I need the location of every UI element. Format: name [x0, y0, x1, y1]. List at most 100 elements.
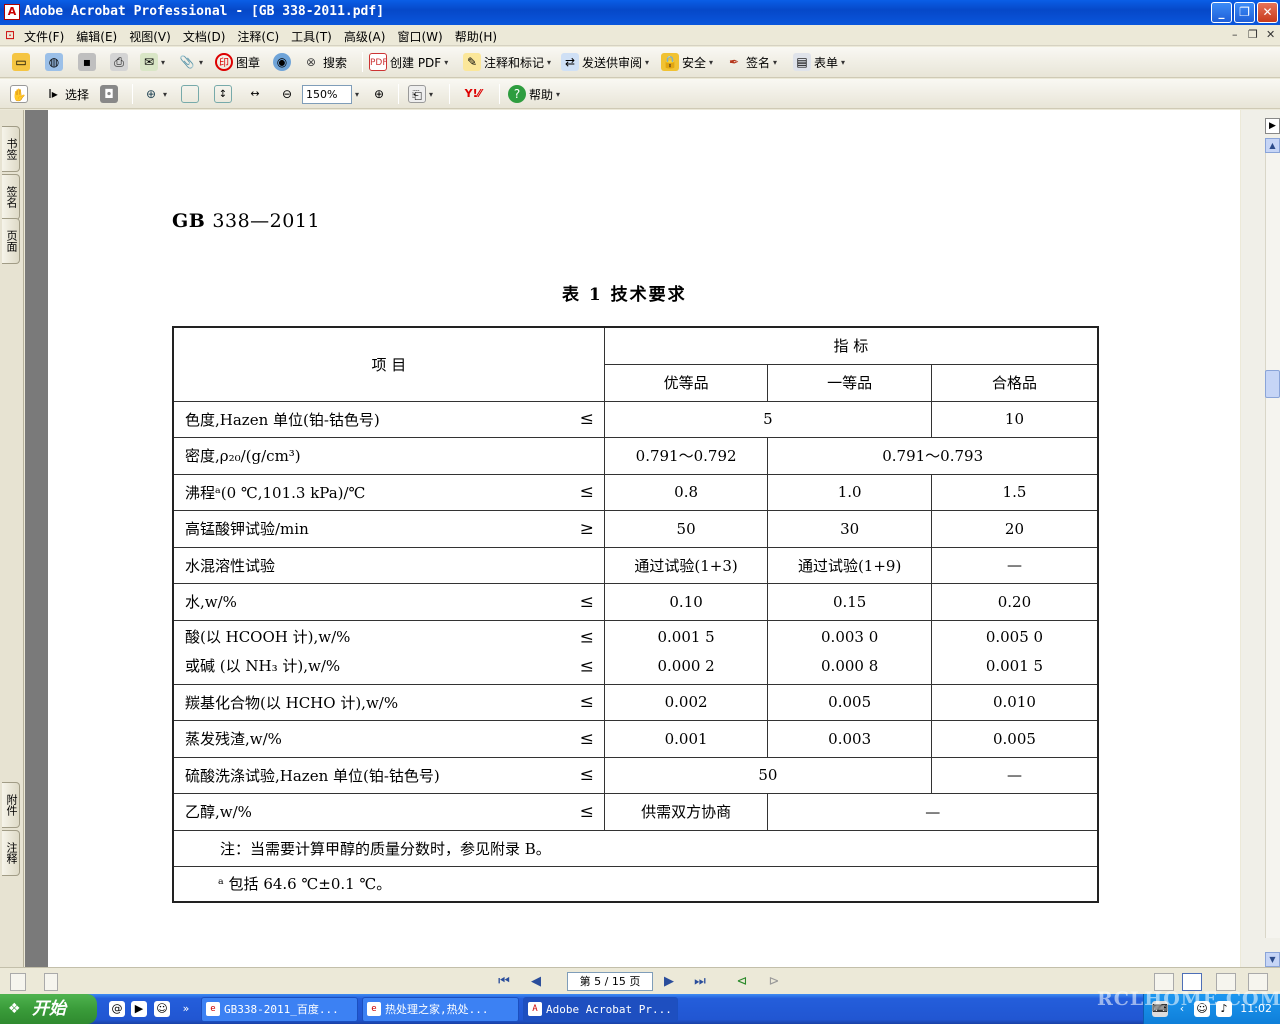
select-cursor-icon: I▸ — [48, 87, 58, 101]
technical-requirements-table: 项 目 指 标 优等品 一等品 合格品 色度,Hazen 单位(铂-钴色号) ≤ … — [172, 326, 1099, 903]
rotate-view-icon[interactable]: ⎗ — [408, 85, 426, 103]
table-row: 蒸发残渣,w/% ≤ 0.001 0.003 0.005 — [172, 720, 1099, 758]
header-grade: 优等品 — [603, 363, 769, 402]
table-row: 酸(以 HCOOH 计),w/% ≤ 或碱 (以 NH₃ 计),w/% ≤ 0.00… — [172, 619, 1099, 685]
menu-edit[interactable]: 编辑(E) — [76, 28, 117, 45]
attach-icon[interactable]: 📎 — [178, 53, 196, 71]
table-row: 色度,Hazen 单位(铂-钴色号) ≤ 5 10 — [172, 400, 1099, 438]
email-icon[interactable]: ✉ — [140, 53, 158, 71]
fit-page-icon[interactable]: ↕ — [214, 85, 232, 103]
header-index: 指 标 — [603, 326, 1099, 365]
select-tool-button[interactable]: I▸ 选择 — [44, 83, 89, 105]
send-review-button[interactable]: ⇄ 发送供审阅 ▾ — [561, 51, 649, 73]
panel-splitter[interactable] — [25, 110, 48, 967]
user-quicklaunch-icon[interactable]: ☺ — [154, 1001, 170, 1017]
comment-icon: ✎ — [463, 53, 481, 71]
task-acrobat[interactable]: A Adobe Acrobat Pr... — [523, 997, 678, 1022]
toolbar-main: ▭ ◍ ▪ ⎙ ✉ ▾ 📎 ▾ 印图章 ◉ ⊗ 搜索 PDF 创建 PDF ▾ ✎ 注释和标… — [0, 47, 1280, 78]
menu-tools[interactable]: 工具(T) — [291, 28, 332, 45]
hand-tool-icon[interactable]: ✋ — [10, 85, 28, 103]
table-row: 密度,ρ₂₀/(g/cm³) 0.791～0.792 0.791～0.793 — [172, 437, 1099, 475]
table-note: 注：当需要计算甲醇的质量分数时，参见附录 B。 — [172, 829, 1099, 867]
status-bar: ⏮ ◀ 第 5 / 15 页 ▶ ⏭ ⊲ ⊳ — [0, 967, 1280, 994]
doc-restore-button[interactable]: ❐ — [1248, 28, 1258, 41]
print-icon[interactable]: ⎙ — [110, 53, 128, 71]
zoom-in-icon[interactable]: ⊕ — [142, 85, 160, 103]
document-icon[interactable]: ⊡ — [5, 28, 19, 42]
search-button[interactable]: ⊗ 搜索 — [302, 51, 347, 73]
page-number-field[interactable]: 第 5 / 15 页 — [567, 972, 653, 991]
go-forward-icon[interactable]: ⊳ — [765, 973, 783, 991]
sign-button[interactable]: ✒ 签名 ▾ — [725, 51, 777, 73]
fit-width-icon[interactable]: ↔ — [246, 85, 264, 103]
taskbar: ❖ 开始 @ ▶ ☺ » e GB338-2011_百度... e 热处理之家,热处… — [0, 994, 1280, 1024]
standard-number: GB 338—2011 — [172, 210, 321, 232]
doc-minimize-button[interactable]: – — [1232, 28, 1238, 41]
email-quicklaunch-icon[interactable]: @ — [109, 1001, 125, 1017]
first-page-icon[interactable]: ⏮ — [495, 973, 513, 991]
pen-icon: ✒ — [728, 55, 740, 69]
close-button[interactable]: ✕ — [1257, 2, 1278, 23]
table-footnote: ᵃ 包括 64.6 ℃±0.1 ℃。 — [172, 865, 1099, 903]
stamp-button[interactable]: 印图章 — [215, 51, 260, 73]
menu-help[interactable]: 帮助(H) — [455, 28, 497, 45]
zoom-input[interactable]: 150% — [302, 84, 352, 104]
more-quicklaunch-icon[interactable]: » — [178, 1001, 194, 1017]
task-browser-baidu[interactable]: e GB338-2011_百度... — [201, 997, 358, 1022]
scroll-track[interactable] — [1265, 138, 1280, 938]
yahoo-toolbar-icon[interactable]: Y!⁄⁄ — [457, 85, 489, 103]
stamp-icon: 印 — [215, 53, 233, 71]
tab-comments[interactable]: 注释 — [2, 830, 20, 876]
zoom-out-icon[interactable]: ⊖ — [278, 85, 296, 103]
create-pdf-button[interactable]: PDF 创建 PDF ▾ — [369, 51, 448, 73]
menu-file[interactable]: 文件(F) — [24, 28, 64, 45]
last-page-icon[interactable]: ⏭ — [691, 973, 709, 991]
previous-page-icon[interactable]: ◀ — [527, 973, 545, 991]
tab-pages[interactable]: 页面 — [2, 218, 20, 264]
table-row: 高锰酸钾试验/min ≥ 50 30 20 — [172, 510, 1099, 548]
save-icon[interactable]: ▪ — [78, 53, 96, 71]
minimize-button[interactable]: _ — [1211, 2, 1232, 23]
scroll-up-icon[interactable]: ▲ — [1265, 138, 1280, 153]
doc-close-button[interactable]: ✕ — [1266, 28, 1275, 41]
zoom-in-small-icon[interactable]: ⊕ — [370, 85, 388, 103]
open-icon[interactable]: ▭ — [12, 53, 30, 71]
task-browser-rclhome[interactable]: e 热处理之家,热处... — [362, 997, 519, 1022]
vertical-scrollbar[interactable]: ▶ ▲ ▼ — [1241, 110, 1280, 967]
tab-attachments[interactable]: 附件 — [2, 782, 20, 828]
actual-size-icon[interactable] — [181, 85, 199, 103]
navigation-panel: 书签 签名 页面 附件 注释 — [0, 110, 24, 967]
lock-icon: 🔒 — [661, 53, 679, 71]
globe-icon[interactable]: ◉ — [273, 53, 291, 71]
start-button[interactable]: ❖ 开始 — [0, 994, 97, 1024]
scroll-down-icon[interactable]: ▼ — [1265, 952, 1280, 967]
menu-window[interactable]: 窗口(W) — [397, 28, 442, 45]
restore-button[interactable]: ❐ — [1234, 2, 1255, 23]
expand-panel-icon[interactable]: ▶ — [1265, 118, 1280, 134]
menu-bar: ⊡ 文件(F) 编辑(E) 视图(V) 文档(D) 注释(C) 工具(T) 高级… — [0, 25, 1280, 46]
next-page-icon[interactable]: ▶ — [660, 973, 678, 991]
go-back-icon[interactable]: ⊲ — [733, 973, 751, 991]
page-setup-icon[interactable] — [44, 973, 58, 991]
zoom-dropdown-icon[interactable]: ▾ — [355, 90, 359, 99]
page-layout-icon[interactable] — [10, 973, 26, 991]
help-button[interactable]: ? 帮助 ▾ — [508, 83, 560, 105]
table-row: 硫酸洗涤试验,Hazen 单位(铂-钴色号) ≤ 50 — — [172, 756, 1099, 794]
browser-icon: e — [367, 1002, 381, 1016]
header-item: 项 目 — [172, 326, 605, 402]
organizer-icon[interactable]: ◍ — [45, 53, 63, 71]
menu-comments[interactable]: 注释(C) — [237, 28, 279, 45]
comment-markup-button[interactable]: ✎ 注释和标记 ▾ — [463, 51, 551, 73]
scroll-thumb[interactable] — [1265, 370, 1280, 398]
menu-document[interactable]: 文档(D) — [183, 28, 226, 45]
forms-button[interactable]: ▤ 表单 ▾ — [793, 51, 845, 73]
security-button[interactable]: 🔒 安全 ▾ — [661, 51, 713, 73]
menu-view[interactable]: 视图(V) — [129, 28, 171, 45]
snapshot-icon[interactable]: ◘ — [100, 85, 118, 103]
menu-advanced[interactable]: 高级(A) — [344, 28, 386, 45]
window-title: Adobe Acrobat Professional - [GB 338-201… — [24, 4, 385, 19]
media-quicklaunch-icon[interactable]: ▶ — [131, 1001, 147, 1017]
tab-bookmarks[interactable]: 书签 — [2, 126, 20, 172]
header-grade: 合格品 — [930, 363, 1099, 402]
tab-signatures[interactable]: 签名 — [2, 174, 20, 220]
